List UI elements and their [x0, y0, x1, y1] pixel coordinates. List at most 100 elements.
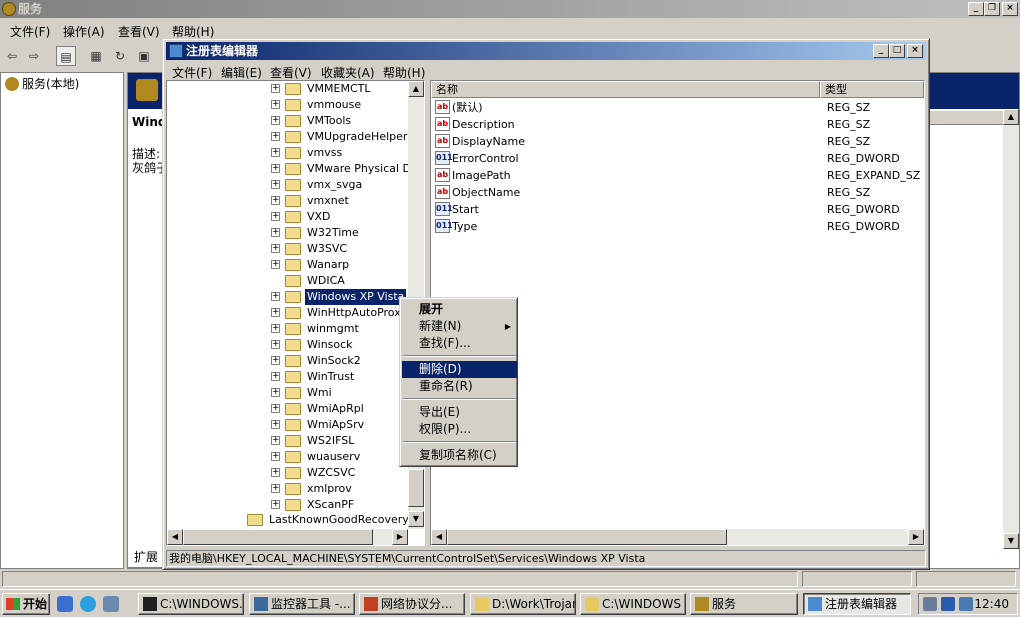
expand-icon[interactable]: +: [271, 180, 280, 189]
expand-icon[interactable]: +: [271, 468, 280, 477]
expand-icon[interactable]: +: [271, 132, 280, 141]
value-row[interactable]: ab ObjectName REG_SZ: [435, 184, 924, 201]
expand-icon[interactable]: +: [271, 148, 280, 157]
value-row[interactable]: ab ImagePath REG_EXPAND_SZ: [435, 167, 924, 184]
expand-icon[interactable]: +: [271, 420, 280, 429]
expand-icon[interactable]: +: [271, 356, 280, 365]
expand-icon[interactable]: +: [271, 452, 280, 461]
context-menu-item[interactable]: 新建(N) ▶: [402, 318, 517, 335]
expand-icon[interactable]: +: [271, 484, 280, 493]
scroll-right-icon[interactable]: ▶: [392, 529, 408, 545]
tray-network-icon[interactable]: [941, 597, 955, 611]
value-type: REG_SZ: [827, 186, 871, 199]
quicklaunch-explorer-icon[interactable]: [103, 596, 119, 612]
value-row[interactable]: 011 ErrorControl REG_DWORD: [435, 150, 924, 167]
minimize-button[interactable]: _: [968, 2, 984, 16]
services-titlebar[interactable]: 服务 _ ❐ ×: [0, 0, 1020, 18]
value-row[interactable]: ab Description REG_SZ: [435, 116, 924, 133]
menu-view[interactable]: 查看(V): [270, 64, 312, 81]
services-vertical-scrollbar[interactable]: ▲ ▼: [1003, 109, 1019, 549]
binary-value-icon: 011: [435, 219, 453, 233]
menu-action[interactable]: 操作(A): [63, 23, 105, 40]
back-arrow-icon[interactable]: ⇦: [2, 46, 22, 66]
forward-arrow-icon[interactable]: ⇨: [24, 46, 44, 66]
quicklaunch-desktop-icon[interactable]: [57, 596, 73, 612]
value-row[interactable]: ab (默认) REG_SZ: [435, 99, 924, 116]
context-menu-item[interactable]: 查找(F)...: [402, 335, 517, 352]
expand-icon[interactable]: +: [271, 84, 280, 93]
expand-icon[interactable]: +: [271, 116, 280, 125]
expand-icon[interactable]: +: [271, 308, 280, 317]
expand-icon[interactable]: +: [271, 436, 280, 445]
registry-editor-titlebar[interactable]: 注册表编辑器 _ □ ×: [166, 42, 926, 60]
scroll-right-icon[interactable]: ▶: [908, 529, 924, 545]
expand-icon[interactable]: +: [271, 388, 280, 397]
scroll-thumb[interactable]: [447, 529, 727, 545]
context-menu-item[interactable]: 删除(D): [402, 361, 517, 378]
column-header-name[interactable]: 名称: [431, 81, 820, 98]
context-menu-item[interactable]: 重命名(R): [402, 378, 517, 395]
refresh-icon[interactable]: ↻: [110, 46, 130, 66]
tray-app-icon[interactable]: [923, 597, 937, 611]
expand-icon[interactable]: +: [271, 404, 280, 413]
context-menu-item[interactable]: 展开: [402, 301, 517, 318]
export-list-icon[interactable]: ▣: [134, 46, 154, 66]
tab-extended[interactable]: 扩展: [127, 548, 167, 568]
taskbar-button[interactable]: 服务: [690, 593, 798, 615]
taskbar-button[interactable]: 监控器工具 -...: [249, 593, 355, 615]
menu-edit[interactable]: 编辑(E): [221, 64, 262, 81]
values-horizontal-scrollbar[interactable]: ◀ ▶: [431, 529, 924, 545]
column-header-type[interactable]: 类型: [820, 81, 924, 98]
taskbar-button[interactable]: C:\WINDOWS: [580, 593, 686, 615]
minimize-button[interactable]: _: [873, 44, 889, 58]
expand-icon[interactable]: +: [271, 260, 280, 269]
maximize-button[interactable]: □: [889, 44, 905, 58]
expand-icon[interactable]: +: [271, 340, 280, 349]
tree-horizontal-scrollbar[interactable]: ◀ ▶: [167, 529, 408, 545]
menu-file[interactable]: 文件(F): [172, 64, 212, 81]
expand-icon[interactable]: +: [271, 500, 280, 509]
scroll-left-icon[interactable]: ◀: [431, 529, 447, 545]
context-menu-item[interactable]: 权限(P)...: [402, 421, 517, 438]
menu-file[interactable]: 文件(F): [10, 23, 50, 40]
scroll-thumb[interactable]: [183, 529, 373, 545]
expand-icon[interactable]: +: [271, 244, 280, 253]
taskbar-button[interactable]: D:\Work\Trojan: [470, 593, 576, 615]
expand-icon[interactable]: +: [271, 324, 280, 333]
expand-icon[interactable]: +: [271, 196, 280, 205]
tree-item-services-local[interactable]: 服务(本地): [5, 75, 79, 92]
restore-button[interactable]: ❐: [984, 2, 1000, 16]
close-button[interactable]: ×: [1002, 2, 1018, 16]
expand-icon[interactable]: +: [271, 100, 280, 109]
menu-help[interactable]: 帮助(H): [383, 64, 425, 81]
expand-icon[interactable]: +: [271, 212, 280, 221]
show-tree-icon[interactable]: ▤: [56, 46, 76, 66]
menu-view[interactable]: 查看(V): [118, 23, 160, 40]
scroll-thumb[interactable]: [408, 469, 424, 507]
taskbar-button[interactable]: 网络协议分...: [359, 593, 465, 615]
close-button[interactable]: ×: [907, 44, 923, 58]
tray-monitor-icon[interactable]: [959, 597, 973, 611]
scroll-up-icon[interactable]: ▲: [408, 81, 424, 97]
start-button[interactable]: 开始: [2, 593, 50, 615]
expand-icon[interactable]: +: [271, 292, 280, 301]
scroll-left-icon[interactable]: ◀: [167, 529, 183, 545]
context-menu-item[interactable]: 导出(E): [402, 404, 517, 421]
quicklaunch-ie-icon[interactable]: [80, 596, 96, 612]
scroll-down-icon[interactable]: ▼: [408, 511, 424, 527]
context-menu-item[interactable]: 复制项名称(C): [402, 447, 517, 464]
value-row[interactable]: ab DisplayName REG_SZ: [435, 133, 924, 150]
menu-favorites[interactable]: 收藏夹(A): [321, 64, 375, 81]
properties-icon[interactable]: ▦: [86, 46, 106, 66]
tree-item-label: winmgmt: [307, 322, 359, 335]
expand-icon[interactable]: +: [271, 228, 280, 237]
value-row[interactable]: 011 Start REG_DWORD: [435, 201, 924, 218]
expand-icon[interactable]: +: [271, 164, 280, 173]
expand-icon[interactable]: +: [271, 372, 280, 381]
scroll-down-icon[interactable]: ▼: [1003, 533, 1019, 549]
taskbar-button[interactable]: C:\WINDOWS...: [138, 593, 244, 615]
taskbar-button[interactable]: 注册表编辑器: [803, 593, 911, 615]
scroll-up-icon[interactable]: ▲: [1003, 109, 1019, 125]
string-value-icon: ab: [435, 100, 450, 114]
value-row[interactable]: 011 Type REG_DWORD: [435, 218, 924, 235]
